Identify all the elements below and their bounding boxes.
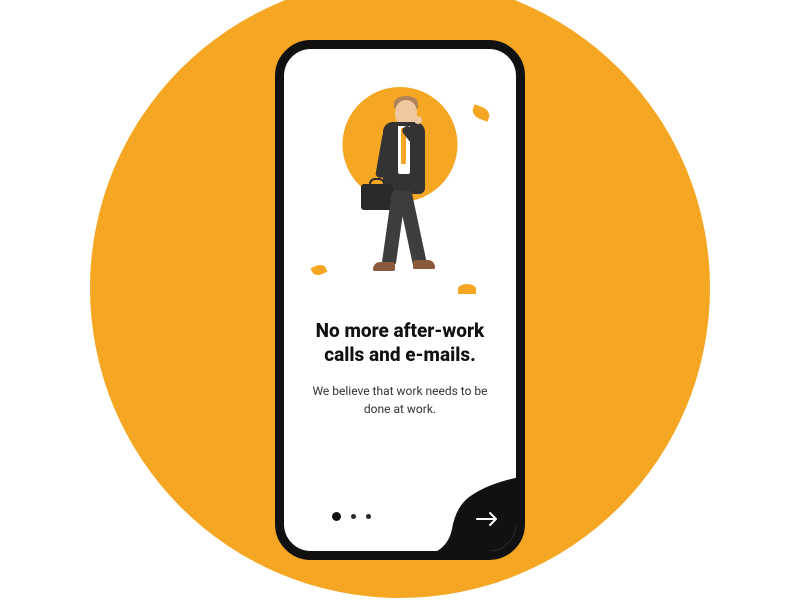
onboarding-nav: [284, 471, 516, 551]
leaf-icon: [458, 284, 476, 294]
page-dot[interactable]: [351, 514, 356, 519]
onboarding-title: No more after-work calls and e-mails.: [308, 319, 492, 368]
next-button[interactable]: [430, 481, 520, 555]
arrow-right-icon: [476, 511, 498, 527]
onboarding-subtitle: We believe that work needs to be done at…: [308, 382, 492, 418]
businessman-illustration: [345, 94, 455, 294]
onboarding-screen: No more after-work calls and e-mails. We…: [284, 49, 516, 551]
leaf-icon: [311, 263, 328, 278]
page-indicator: [332, 512, 371, 521]
next-button-bg: [428, 477, 520, 555]
onboarding-content: No more after-work calls and e-mails. We…: [284, 319, 516, 418]
leaf-icon: [470, 104, 491, 121]
hero-illustration: [284, 59, 516, 319]
page-dot-active[interactable]: [332, 512, 341, 521]
page-dot[interactable]: [366, 514, 371, 519]
phone-frame: No more after-work calls and e-mails. We…: [275, 40, 525, 560]
